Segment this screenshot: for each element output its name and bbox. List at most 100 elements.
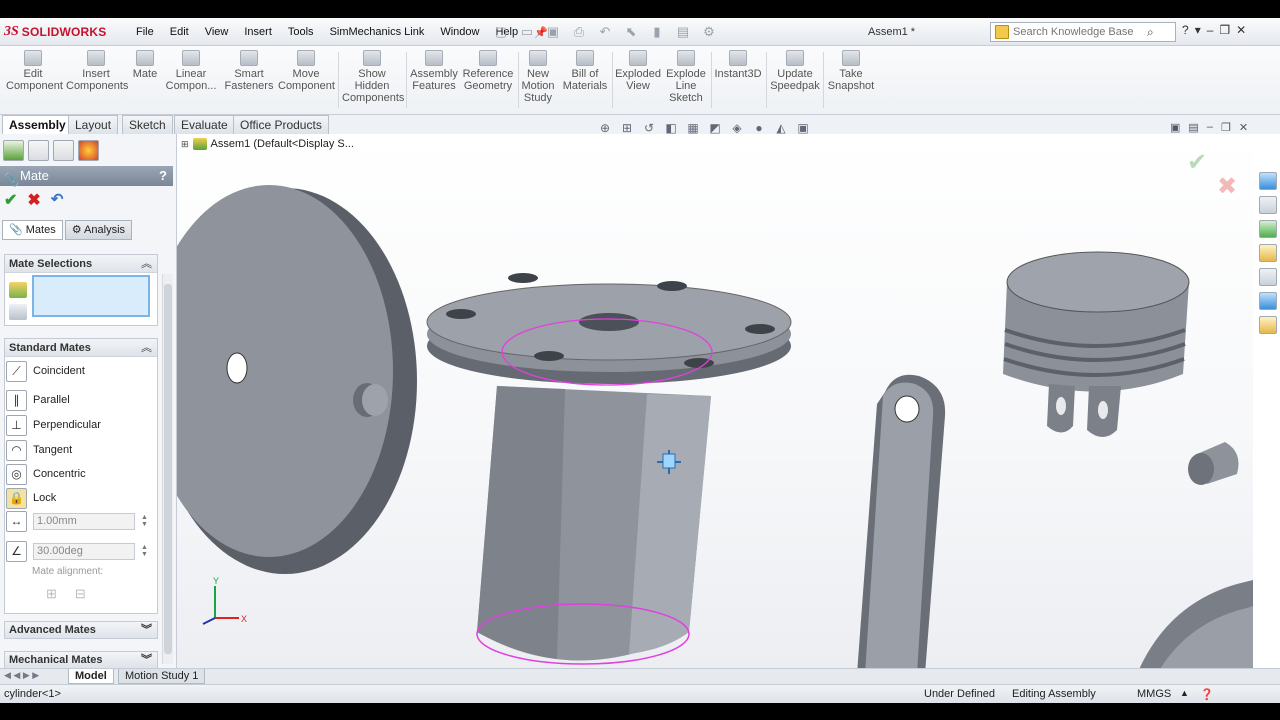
- tab-scroll-arrows[interactable]: ◀ ◀ ▶ ▶: [4, 670, 39, 681]
- mate-perpendicular[interactable]: ⊥ Perpendicular: [6, 414, 101, 436]
- mate-parallel[interactable]: ∥ Parallel: [6, 389, 70, 411]
- collapse-icon[interactable]: ︽: [141, 339, 152, 357]
- mate-concentric[interactable]: ◎ Concentric: [6, 463, 86, 485]
- cancel-button[interactable]: ✖: [27, 190, 40, 210]
- previous-view-icon[interactable]: ↺: [641, 121, 657, 135]
- configuration-manager-icon[interactable]: [53, 140, 74, 161]
- menu-simmechanics[interactable]: SimMechanics Link: [322, 26, 433, 38]
- menu-file[interactable]: File: [128, 26, 162, 38]
- select-icon[interactable]: ⬉: [620, 23, 642, 41]
- ok-button[interactable]: ✔: [4, 190, 17, 210]
- file-properties-icon[interactable]: ▤: [672, 23, 694, 41]
- help-icon[interactable]: ?: [1182, 23, 1189, 37]
- mechanical-mates-group[interactable]: Mechanical Mates ︾: [4, 651, 158, 669]
- cmd-assembly-features[interactable]: Assembly Features: [410, 50, 458, 92]
- property-manager-icon[interactable]: [28, 140, 49, 161]
- feature-manager-icon[interactable]: [3, 140, 24, 161]
- confirmation-cancel-icon[interactable]: ✖: [1217, 172, 1237, 201]
- scrollbar-thumb[interactable]: [164, 284, 172, 654]
- chevron-up-icon[interactable]: ▲: [1180, 688, 1189, 698]
- expand-icon[interactable]: ⊞: [181, 139, 189, 150]
- solidworks-resources-icon[interactable]: [1259, 172, 1277, 190]
- distance-field[interactable]: [33, 512, 135, 530]
- piston-part[interactable]: [1003, 251, 1190, 437]
- crankshaft-part[interactable]: [1137, 580, 1253, 668]
- hide-show-items-icon[interactable]: ◈: [729, 121, 745, 135]
- tab-office-products[interactable]: Office Products: [233, 115, 329, 134]
- tab-assembly[interactable]: Assembly: [2, 115, 73, 134]
- home-icon[interactable]: [1259, 196, 1277, 214]
- appearances-icon[interactable]: [1259, 292, 1277, 310]
- search-input[interactable]: [1013, 26, 1147, 38]
- distance-spinner[interactable]: ▲ ▼: [141, 514, 148, 528]
- entities-to-mate-list[interactable]: [32, 275, 150, 317]
- file-explorer-icon[interactable]: [1259, 244, 1277, 262]
- custom-properties-icon[interactable]: [1259, 316, 1277, 334]
- restore-icon[interactable]: ❐: [1219, 23, 1230, 37]
- disk-part[interactable]: [177, 185, 417, 574]
- view-orientation-icon[interactable]: ▦: [685, 121, 701, 135]
- help-button[interactable]: ?: [159, 166, 167, 186]
- minimize-icon[interactable]: ‒: [1207, 23, 1214, 37]
- tab-mates[interactable]: 📎 Mates: [2, 220, 63, 240]
- zoom-to-area-icon[interactable]: ⊞: [619, 121, 635, 135]
- rebuild-status-icon[interactable]: ❓: [1200, 688, 1214, 701]
- section-view-icon[interactable]: ◧: [663, 121, 679, 135]
- menu-view[interactable]: View: [197, 26, 237, 38]
- wrist-pin-part[interactable]: [1188, 442, 1239, 485]
- distance-icon[interactable]: ↔: [6, 510, 27, 532]
- units-selector[interactable]: MMGS: [1137, 688, 1171, 700]
- anti-aligned-icon[interactable]: ⊟: [75, 586, 86, 602]
- search-icon[interactable]: ⌕: [1147, 25, 1163, 40]
- expand-icon[interactable]: ︾: [141, 652, 152, 668]
- mate-tangent[interactable]: ◠ Tangent: [6, 439, 72, 461]
- undo-button[interactable]: ↶: [51, 190, 64, 210]
- cylinder-part[interactable]: [426, 273, 792, 665]
- tab-motion-study-1[interactable]: Motion Study 1: [118, 669, 206, 684]
- tab-layout[interactable]: Layout: [68, 115, 119, 134]
- angle-field[interactable]: [33, 542, 135, 560]
- cmd-move-component[interactable]: Move Component: [278, 50, 335, 92]
- restore-icon[interactable]: ❐: [1221, 121, 1231, 134]
- display-style-icon[interactable]: ◩: [707, 121, 723, 135]
- apply-scene-icon[interactable]: ◭: [773, 121, 789, 135]
- save-icon[interactable]: ▣: [542, 23, 564, 41]
- tab-sketch[interactable]: Sketch: [122, 115, 173, 134]
- tab-evaluate[interactable]: Evaluate: [174, 115, 235, 134]
- cmd-new-motion-study[interactable]: New Motion Study: [520, 50, 556, 104]
- mate-selections-header[interactable]: Mate Selections ︽: [5, 255, 157, 273]
- connecting-rod-part[interactable]: [857, 374, 946, 668]
- feature-tree-flyout[interactable]: ⊞ Assem1 (Default<Display S...: [181, 138, 354, 150]
- new-icon[interactable]: ▢: [490, 23, 512, 41]
- undo-icon[interactable]: ↶: [594, 23, 616, 41]
- panel-scrollbar[interactable]: [162, 274, 173, 664]
- tile-view-icon[interactable]: ▤: [1188, 121, 1198, 134]
- confirmation-ok-icon[interactable]: ✔: [1187, 148, 1207, 177]
- app-logo[interactable]: 3S SOLIDWORKS: [4, 24, 106, 40]
- rebuild-icon[interactable]: ▮: [646, 23, 668, 41]
- cmd-insert-components[interactable]: Insert Components: [66, 50, 128, 92]
- cmd-reference-geometry[interactable]: Reference Geometry: [462, 50, 514, 92]
- menu-tools[interactable]: Tools: [280, 26, 322, 38]
- menu-window[interactable]: Window: [432, 26, 487, 38]
- print-icon[interactable]: ⎙: [568, 23, 590, 41]
- display-manager-icon[interactable]: [78, 140, 99, 161]
- menu-edit[interactable]: Edit: [162, 26, 197, 38]
- open-icon[interactable]: ▭: [516, 23, 538, 41]
- cmd-take-snapshot[interactable]: Take Snapshot: [826, 50, 876, 92]
- view-settings-icon[interactable]: ▣: [795, 121, 811, 135]
- minimize-icon[interactable]: ‒: [1207, 121, 1213, 134]
- cmd-edit-component[interactable]: Edit Component: [6, 50, 63, 92]
- chevron-down-icon[interactable]: ▾: [1195, 23, 1201, 37]
- graphics-area[interactable]: Y X ⊞ Assem1 (Default<Display S... ✔ ✖: [177, 134, 1253, 668]
- cmd-instant3d[interactable]: Instant3D: [714, 50, 762, 80]
- model-view[interactable]: Y X: [177, 134, 1253, 668]
- advanced-mates-group[interactable]: Advanced Mates ︾: [4, 621, 158, 639]
- collapse-icon[interactable]: ︽: [141, 255, 152, 273]
- split-view-icon[interactable]: ▣: [1170, 121, 1180, 134]
- angle-icon[interactable]: ∠: [6, 540, 27, 562]
- expand-icon[interactable]: ︾: [141, 622, 152, 638]
- zoom-to-fit-icon[interactable]: ⊕: [597, 121, 613, 135]
- cmd-mate[interactable]: Mate: [131, 50, 159, 80]
- angle-spinner[interactable]: ▲ ▼: [141, 544, 148, 558]
